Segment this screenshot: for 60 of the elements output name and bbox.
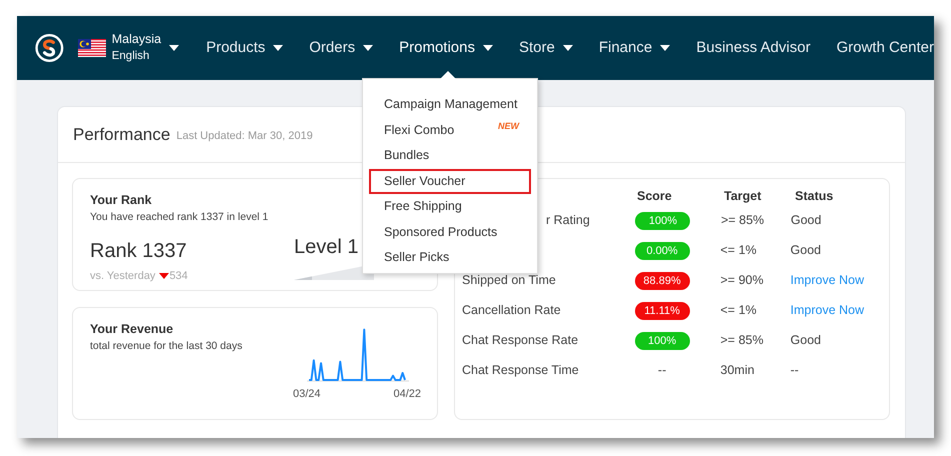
status-text: Good bbox=[790, 212, 822, 227]
revenue-subtitle: total revenue for the last 30 days bbox=[90, 338, 244, 354]
rank-subtitle: You have reached rank 1337 in level 1 bbox=[90, 210, 270, 225]
score-text: -- bbox=[656, 362, 668, 379]
date-label: 03/24 bbox=[293, 387, 321, 402]
score-pill: 11.11% bbox=[634, 302, 690, 320]
dropdown-menu-item[interactable]: Seller Picks bbox=[369, 245, 531, 270]
metric-name: Chat Response Time bbox=[462, 362, 579, 377]
target-text: >= 85% bbox=[720, 212, 766, 229]
rank-value: Rank 1337 bbox=[90, 238, 188, 264]
flag-icon bbox=[78, 39, 106, 57]
nav-menu-item[interactable]: Store bbox=[518, 36, 573, 60]
dropdown-menu-item[interactable]: Sponsored Products bbox=[369, 220, 531, 245]
caret-icon bbox=[273, 45, 284, 51]
date-label: 04/22 bbox=[393, 387, 421, 402]
dropdown-menu-item[interactable]: Free Shipping bbox=[369, 194, 531, 220]
last-updated-text: Last Updated: Mar 30, 2019 bbox=[176, 128, 313, 144]
dropdown-menu-item[interactable]: Seller Voucher bbox=[369, 168, 531, 194]
status-text: Good bbox=[790, 332, 821, 347]
caret-icon bbox=[482, 45, 493, 51]
nav-menu-item[interactable]: Promotions bbox=[399, 36, 493, 60]
rank-title: Your Rank bbox=[90, 192, 152, 209]
new-label: NEW bbox=[498, 120, 519, 132]
dropdown-menu-item[interactable]: Bundles bbox=[369, 143, 531, 168]
card-title: Performance bbox=[73, 124, 170, 146]
nav-menu-item[interactable]: Orders bbox=[309, 36, 374, 60]
target-text: <= 1% bbox=[720, 242, 758, 259]
metric-name: Shipped on Time bbox=[462, 272, 556, 287]
status-text: Good bbox=[790, 242, 821, 257]
caret-icon bbox=[660, 45, 670, 51]
metric-name: Chat Response Rate bbox=[462, 332, 578, 347]
down-arrow-icon bbox=[159, 272, 170, 279]
column-header: Status bbox=[795, 188, 834, 205]
column-header: Target bbox=[724, 188, 762, 205]
score-pill: 0.00% bbox=[634, 242, 690, 260]
target-text: <= 1% bbox=[720, 302, 758, 319]
nav-menu-item[interactable]: Business Advisor bbox=[696, 36, 810, 60]
rank-change: 534 bbox=[169, 268, 188, 284]
dropdown-menu-item[interactable]: Flexi Combo NEW bbox=[369, 118, 531, 143]
caret-icon bbox=[562, 45, 573, 51]
nav-menu-item[interactable]: Growth Center bbox=[836, 36, 934, 60]
target-text: >= 90% bbox=[720, 272, 764, 289]
score-pill: 100% bbox=[634, 332, 690, 350]
caret-icon bbox=[169, 45, 180, 51]
caret-icon bbox=[363, 45, 374, 51]
level-label: Level 1 bbox=[294, 235, 358, 260]
target-text: >= 85% bbox=[720, 332, 764, 349]
target-text: 30min bbox=[720, 362, 756, 379]
nav-menu-item[interactable]: Finance bbox=[598, 36, 670, 60]
score-pill: 100% bbox=[635, 212, 690, 230]
column-header: Score bbox=[637, 188, 673, 205]
compare-label: vs. Yesterday bbox=[90, 268, 156, 284]
dropdown-menu-item[interactable]: Campaign Management bbox=[369, 92, 531, 118]
revenue-title: Your Revenue bbox=[90, 321, 174, 338]
metric-name: r Rating bbox=[546, 212, 590, 227]
score-pill: 88.89% bbox=[634, 272, 690, 290]
nav-menu-item[interactable]: Products bbox=[206, 36, 284, 60]
status-text: -- bbox=[790, 362, 799, 377]
metric-name: Cancellation Rate bbox=[462, 302, 561, 317]
locale-selector[interactable]: Malaysia English bbox=[112, 31, 180, 65]
